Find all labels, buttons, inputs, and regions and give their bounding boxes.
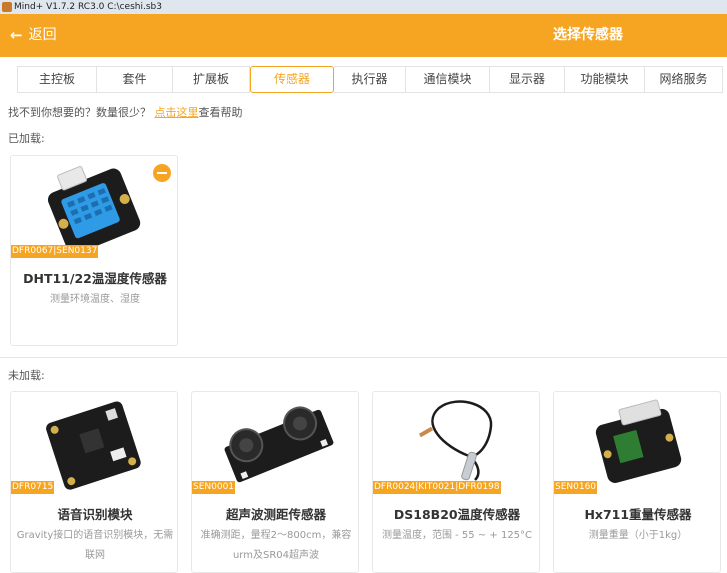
hx711-module-image (595, 399, 682, 483)
product-code: DFR0024|KIT0021|DFR0198 (373, 481, 501, 494)
page-title: 选择传感器 (553, 27, 623, 43)
sensor-name: DHT11/22温湿度传感器 (23, 271, 167, 286)
app-icon (2, 2, 12, 12)
sensor-description: 测量重量（小于1kg） (588, 530, 688, 541)
sensor-name: 超声波测距传感器 (225, 507, 326, 522)
window-title: Mind+ V1.7.2 RC3.0 C:\ceshi.sb3 (14, 2, 162, 12)
tab-label: 功能模块 (580, 72, 629, 86)
remove-icon[interactable] (153, 164, 171, 182)
product-code: DFR0067|SEN0137 (11, 245, 99, 258)
tab-expansion-board[interactable]: 扩展板 (173, 66, 250, 93)
tab-communication[interactable]: 通信模块 (406, 66, 490, 93)
unloaded-section-label: 未加载: (8, 369, 45, 382)
back-button[interactable]: ← 返回 (10, 14, 57, 57)
tab-label: 显示器 (508, 72, 545, 86)
ds18b20-probe-image (418, 400, 493, 481)
tab-actuators[interactable]: 执行器 (334, 66, 406, 93)
sensor-card-ultrasonic[interactable]: SEN0001 超声波测距传感器 准确测距，量程2～800cm，兼容urm及SR… (191, 391, 359, 573)
tab-displays[interactable]: 显示器 (490, 66, 565, 93)
help-suffix: 查看帮助 (198, 106, 243, 119)
sensor-name: DS18B20温度传感器 (393, 507, 521, 522)
sensor-card-ds18b20[interactable]: DFR0024|KIT0021|DFR0198 DS18B20温度传感器 测量温… (372, 391, 540, 573)
sensor-description: 测量环境温度、湿度 (50, 294, 140, 305)
tab-function-modules[interactable]: 功能模块 (565, 66, 645, 93)
sensor-description: 测量温度，范围 - 55 ~ + 125°C (381, 530, 533, 541)
ultrasonic-sensor-image (224, 406, 334, 483)
header-bar: ← 返回 选择传感器 (0, 14, 727, 57)
back-label: 返回 (28, 27, 57, 43)
sensor-card-dht[interactable]: DFR0067|SEN0137 DHT11/22温湿度传感器 测量环境温度、湿度 (10, 155, 178, 346)
tab-label: 扩展板 (192, 72, 229, 86)
category-tabs: 主控板 套件 扩展板 传感器 执行器 通信模块 显示器 功能模块 网络服务 (17, 66, 723, 93)
arrow-left-icon: ← (10, 26, 23, 44)
tab-label: 主控板 (38, 72, 75, 86)
product-code: DFR0715 (11, 481, 55, 494)
voice-module-image (46, 401, 141, 490)
tab-label: 传感器 (273, 72, 310, 86)
sensor-card-hx711[interactable]: SEN0160 Hx711重量传感器 测量重量（小于1kg） (553, 391, 721, 573)
help-text: 找不到你想要的？数量很少？ 点击这里查看帮助 (8, 104, 243, 120)
loaded-section-label: 已加载: (8, 132, 45, 145)
tab-label: 套件 (122, 72, 147, 86)
sensor-name: 语音识别模块 (57, 507, 133, 522)
tab-network-services[interactable]: 网络服务 (645, 66, 723, 93)
window-titlebar: Mind+ V1.7.2 RC3.0 C:\ceshi.sb3 (0, 0, 727, 14)
tab-main-board[interactable]: 主控板 (17, 66, 97, 93)
sensor-name: Hx711重量传感器 (584, 507, 692, 522)
sensor-card-voice[interactable]: DFR0715 语音识别模块 Gravity接口的语音识别模块，无需联网 (10, 391, 178, 573)
tab-label: 网络服务 (659, 72, 708, 86)
tab-kits[interactable]: 套件 (97, 66, 173, 93)
tab-label: 通信模块 (423, 72, 472, 86)
help-link[interactable]: 点击这里 (155, 106, 199, 119)
product-code: SEN0001 (192, 481, 236, 494)
sensor-description: 准确测距，量程2～800cm，兼容urm及SR04超声波 (200, 530, 352, 561)
product-code: SEN0160 (554, 481, 598, 494)
tab-sensors[interactable]: 传感器 (250, 66, 334, 93)
help-prefix: 找不到你想要的？数量很少？ (8, 106, 155, 119)
tab-label: 执行器 (351, 72, 388, 86)
section-divider (0, 357, 727, 358)
sensor-description: Gravity接口的语音识别模块，无需联网 (16, 530, 174, 561)
